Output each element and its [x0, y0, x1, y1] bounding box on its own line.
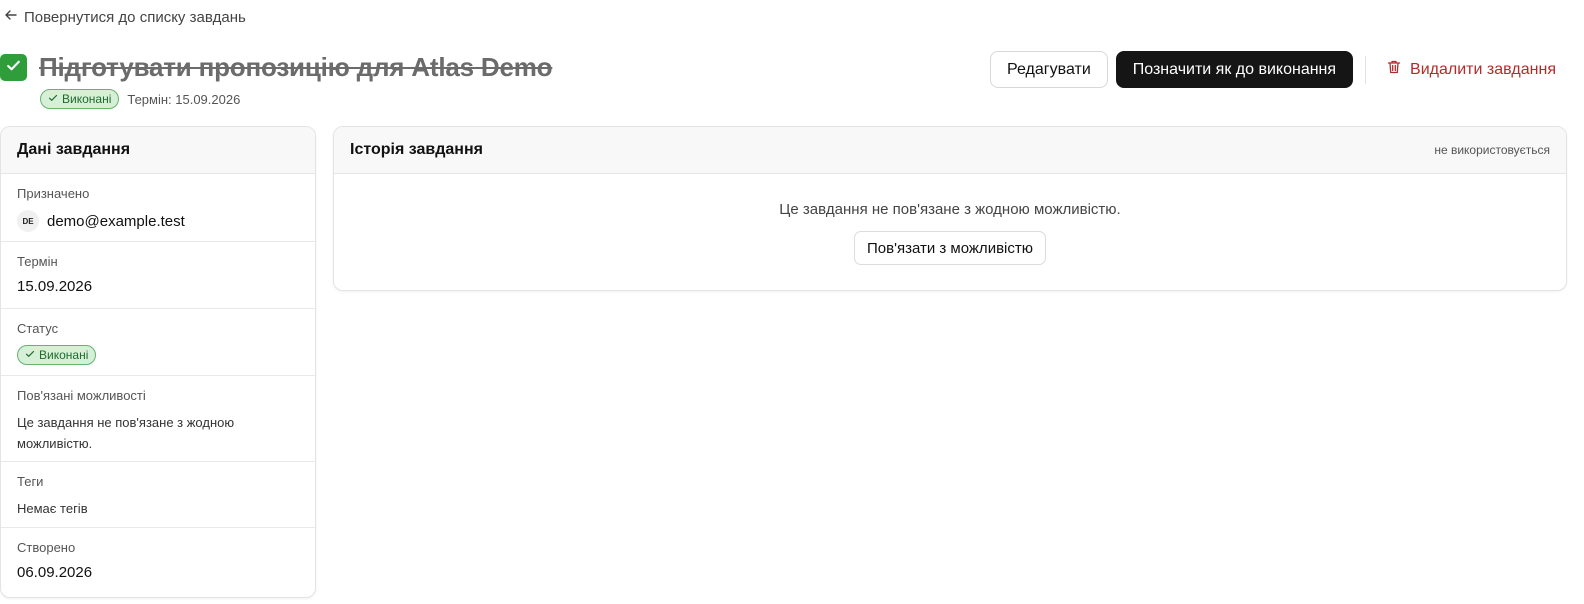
task-detail-page: Повернутися до списку завдань Підготуват… [0, 0, 1584, 604]
due-date-text: Термін: 15.09.2026 [127, 91, 241, 107]
link-opportunity-button[interactable]: Пов'язати з можливістю [853, 231, 1046, 265]
status-badge: Виконані [17, 345, 97, 365]
arrow-left-icon [4, 8, 18, 26]
created-label: Створено [17, 540, 76, 555]
check-icon [5, 57, 22, 79]
history-card-title: Історія завдання [350, 141, 483, 158]
assignee: DE demo@example.test [17, 210, 299, 232]
trash-icon [1386, 59, 1402, 80]
field-due-date: Термін 15.09.2026 [1, 242, 315, 309]
field-assigned: Призначено DE demo@example.test [1, 174, 315, 242]
field-tags: Теги Немає тегів [1, 462, 315, 528]
details-card-header: Дані завдання [1, 127, 315, 174]
task-title: Підготувати пропозицію для Atlas Demo [39, 52, 553, 82]
task-actions: Редагувати Позначити як до виконання Вид… [990, 51, 1556, 88]
field-status: Статус Виконані [1, 309, 315, 376]
delete-task-button[interactable]: Видалити завдання [1386, 51, 1556, 88]
task-meta: Виконані Термін: 15.09.2026 [40, 89, 240, 109]
created-value: 06.09.2026 [17, 564, 93, 581]
mark-todo-button[interactable]: Позначити як до виконання [1115, 51, 1354, 88]
completed-checkbox[interactable] [0, 54, 27, 81]
back-to-tasks-link[interactable]: Повернутися до списку завдань [4, 8, 246, 26]
task-history-card: Історія завдання не використовується Це … [333, 126, 1567, 291]
check-icon [25, 348, 35, 362]
assignee-email: demo@example.test [47, 212, 185, 230]
tags-value: Немає тегів [17, 501, 88, 516]
history-card-header: Історія завдання не використовується [334, 127, 1566, 174]
field-created: Створено 06.09.2026 [1, 528, 315, 597]
edit-button[interactable]: Редагувати [990, 51, 1108, 88]
status-label: Статус [17, 321, 59, 336]
back-link-label: Повернутися до списку завдань [24, 8, 246, 26]
status-badge-label: Виконані [39, 348, 89, 362]
history-empty-state: Це завдання не пов'язане з жодною можлив… [334, 174, 1566, 265]
linked-label: Пов'язані можливості [17, 388, 146, 403]
history-aside: не використовується [1434, 143, 1550, 157]
task-title-row: Підготувати пропозицію для Atlas Demo [0, 52, 553, 83]
linked-value: Це завдання не пов'язане з жодною можлив… [17, 415, 235, 451]
field-linked-opportunities: Пов'язані можливості Це завдання не пов'… [1, 376, 315, 462]
tags-label: Теги [17, 474, 44, 489]
task-details-card: Дані завдання Призначено DE demo@example… [0, 126, 316, 598]
assigned-label: Призначено [17, 186, 90, 201]
history-empty-text: Це завдання не пов'язане з жодною можлив… [779, 201, 1121, 218]
check-icon [48, 92, 58, 106]
actions-divider [1365, 55, 1367, 84]
due-label: Термін [17, 254, 58, 269]
avatar: DE [17, 210, 39, 232]
due-value: 15.09.2026 [17, 278, 93, 295]
status-badge: Виконані [40, 89, 120, 109]
status-badge-label: Виконані [62, 92, 112, 106]
delete-task-label: Видалити завдання [1410, 60, 1556, 78]
details-card-title: Дані завдання [17, 141, 131, 158]
